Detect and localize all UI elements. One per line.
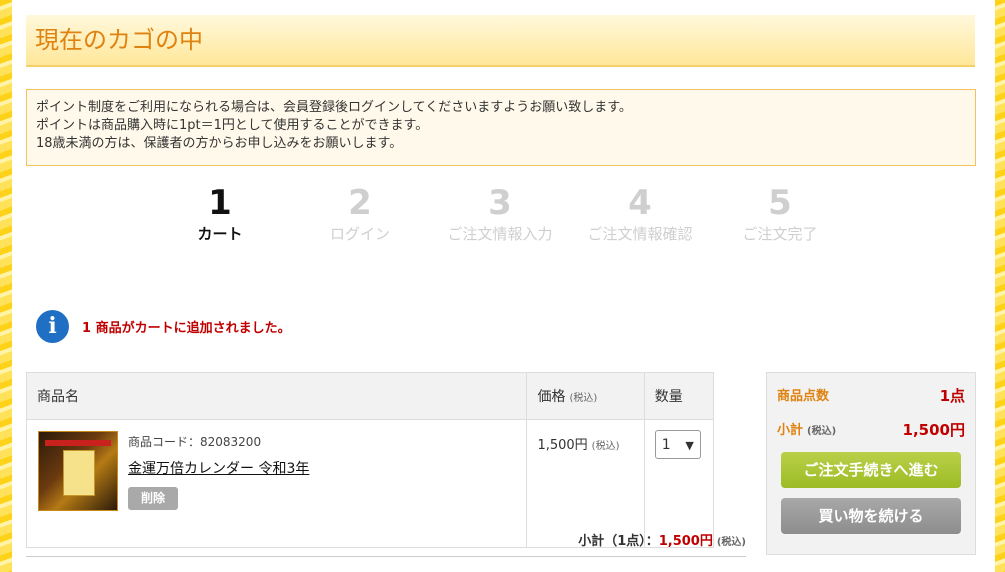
product-name-link[interactable]: 金運万倍カレンダー 令和3年 — [128, 458, 309, 478]
subtotal-tax: (税込) — [716, 537, 746, 548]
summary-subtotal-tax: (税込) — [807, 426, 837, 437]
page-title: 現在のカゴの中 — [35, 26, 203, 54]
step-number: 3 — [488, 183, 512, 223]
info-icon: i — [36, 309, 69, 343]
step-label: ご注文完了 — [742, 225, 818, 243]
step-label: ログイン — [329, 225, 390, 243]
step-label: カート — [197, 225, 243, 243]
subtotal-line: 小計（1点）：1,500円 (税込) — [26, 528, 746, 557]
step-number: 2 — [348, 183, 372, 223]
summary-subtotal-label: 小計 — [777, 423, 804, 438]
cart-added-message: i 1 商品がカートに追加されました。 — [36, 309, 291, 343]
order-summary-box: 商品点数 1点 小計 (税込) 1,500円 ご注文手続きへ進む 買い物を続ける — [766, 372, 976, 555]
header-quantity: 数量 — [643, 372, 715, 420]
quantity-select[interactable]: 1 ▼ — [654, 430, 701, 459]
step-number: 4 — [628, 183, 652, 223]
item-count-label: 商品点数 — [777, 389, 830, 404]
cart-page: 現在のカゴの中 ポイント制度をご利用になられる場合は、会員登録後ログインしてくだ… — [12, 0, 995, 572]
chevron-down-icon: ▼ — [685, 439, 694, 452]
step-cart: 1 カート — [150, 183, 290, 245]
product-thumbnail[interactable] — [38, 431, 118, 511]
price-tax-label: (税込) — [591, 441, 620, 452]
step-login: 2 ログイン — [290, 183, 430, 245]
summary-subtotal-row: 小計 (税込) 1,500円 — [777, 419, 965, 439]
step-order-confirm: 4 ご注文情報確認 — [570, 183, 710, 245]
notice-line-3: 18歳未満の方は、保護者の方からお申し込みをお願いします。 — [36, 136, 403, 151]
background-decoration-right — [995, 0, 1005, 572]
step-label: ご注文情報確認 — [587, 225, 693, 243]
step-number: 1 — [208, 183, 232, 223]
background-decoration-left — [0, 0, 12, 572]
table-header: 商品名 価格 (税込) 数量 — [25, 372, 715, 420]
step-complete: 5 ご注文完了 — [710, 183, 850, 245]
delete-button[interactable]: 削除 — [128, 487, 178, 510]
item-count-row: 商品点数 1点 — [777, 385, 965, 405]
header-product-name: 商品名 — [25, 372, 528, 420]
summary-subtotal-value: 1,500円 — [902, 421, 965, 439]
subtotal-label: 小計（1点）： — [578, 534, 659, 549]
checkout-steps: 1 カート 2 ログイン 3 ご注文情報入力 4 ご注文情報確認 5 ご注文完了 — [12, 183, 995, 253]
item-count-value: 1点 — [939, 387, 965, 405]
checkout-button[interactable]: ご注文手続きへ進む — [781, 452, 961, 488]
step-label: ご注文情報入力 — [447, 225, 553, 243]
continue-shopping-button[interactable]: 買い物を続ける — [781, 498, 961, 534]
step-order-info: 3 ご注文情報入力 — [430, 183, 570, 245]
product-code: 商品コード：82083200 — [128, 435, 262, 449]
notice-line-1: ポイント制度をご利用になられる場合は、会員登録後ログインしてくださいますようお願… — [36, 100, 632, 115]
step-number: 5 — [768, 183, 792, 223]
message-text: 1 商品がカートに追加されました。 — [82, 320, 291, 336]
point-notice: ポイント制度をご利用になられる場合は、会員登録後ログインしてくださいますようお願… — [26, 89, 976, 166]
subtotal-amount: 1,500円 — [658, 534, 713, 549]
title-bar: 現在のカゴの中 — [26, 15, 975, 67]
header-price: 価格 (税込) — [526, 372, 645, 420]
item-price: 1,500円 — [537, 438, 588, 453]
notice-line-2: ポイントは商品購入時に1pt＝1円として使用することができます。 — [36, 118, 429, 133]
cart-table: 商品名 価格 (税込) 数量 商品コード：82083200 金運万倍カレンダー 令… — [25, 372, 715, 548]
